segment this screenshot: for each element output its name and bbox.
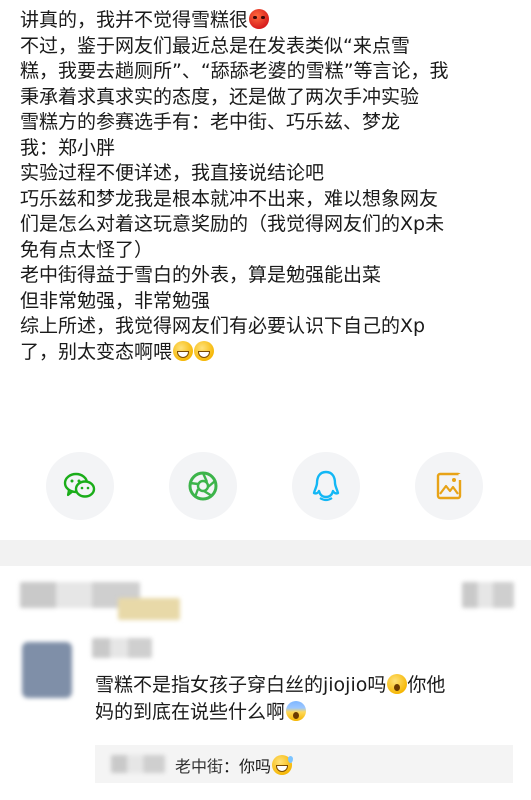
wechat-icon (63, 472, 96, 498)
astonished-face-emoji-icon (387, 674, 408, 694)
post-text: 讲真的，我并不觉得雪糕很 (20, 9, 249, 31)
reply-separator: ： (223, 757, 240, 776)
post-line-10: 免有点太怪了） (20, 238, 154, 261)
commenter-name-redacted (92, 638, 152, 658)
reply-box[interactable]: 老中街：你吗 (95, 745, 513, 783)
post-line-1: 讲真的，我并不觉得雪糕很 (20, 8, 520, 34)
hot-face-emoji-icon (249, 9, 270, 29)
comment-text: 你他 (407, 674, 446, 696)
post-line-9: 们是怎么对着这玩意奖励的（我觉得网友们的Xp未 (20, 213, 445, 235)
post-line-12: 但非常勉强，非常勉强 (20, 289, 211, 312)
post-line-7: 实验过程不便详述，我直接说结论吧 (20, 162, 325, 184)
comment-text: 妈的到底在说些什么啊 (95, 701, 286, 723)
share-wechat-button[interactable] (46, 452, 114, 520)
moments-aperture-icon (188, 471, 218, 501)
grinning-sweat-emoji-icon (272, 755, 294, 775)
post-line-2: 不过，鉴于网友们最近总是在发表类似“来点雪 (20, 34, 410, 57)
screenshot-root: 讲真的，我并不觉得雪糕很 不过，鉴于网友们最近总是在发表类似“来点雪 糕，我要去… (0, 0, 531, 800)
reply-content: 老中街：你吗 (175, 753, 294, 777)
comment-line-1: 雪糕不是指女孩子穿白丝的jiojio吗 你他 (95, 672, 515, 699)
save-image-icon (436, 472, 462, 500)
post-text: 了，别太变态啊喂 (20, 340, 173, 363)
post-line-4: 秉承着求真求实的态度，还是做了两次手冲实验 (20, 85, 420, 108)
avatar[interactable] (22, 642, 72, 698)
post-body: 讲真的，我并不觉得雪糕很 不过，鉴于网友们最近总是在发表类似“来点雪 糕，我要去… (20, 8, 520, 365)
qq-penguin-icon (312, 470, 340, 502)
section-divider (0, 540, 531, 566)
comment-body: 雪糕不是指女孩子穿白丝的jiojio吗 你他 妈的到底在说些什么啊 (95, 672, 515, 726)
scream-face-emoji-icon (286, 701, 307, 721)
post-line-14: 了，别太变态啊喂 (20, 340, 520, 366)
share-qq-button[interactable] (292, 452, 360, 520)
reply-author[interactable]: 老中街 (175, 757, 223, 776)
post-line-3: 糕，我要去趟厕所”、“舔舔老婆的雪糕”等言论，我 (20, 60, 449, 82)
post-line-8: 巧乐兹和梦龙我是根本就冲不出来，难以想象网友 (20, 187, 439, 210)
reply-text: 你吗 (239, 757, 272, 776)
share-row (0, 452, 531, 522)
post-line-5: 雪糕方的参赛选手有：老中街、巧乐兹、梦龙 (20, 111, 401, 133)
redacted-header-highlight (118, 598, 180, 620)
redacted-header-right (462, 582, 514, 608)
grimace-face-emoji-icon (173, 340, 194, 361)
post-line-13: 综上所述，我觉得网友们有必要认识下自己的Xp (20, 315, 426, 337)
comment-line-2: 妈的到底在说些什么啊 (95, 699, 515, 726)
share-moments-button[interactable] (169, 452, 237, 520)
reply-user-redacted (111, 755, 165, 773)
save-image-button[interactable] (415, 452, 483, 520)
post-line-6: 我：郑小胖 (20, 136, 116, 159)
comment-text: 雪糕不是指女孩子穿白丝的jiojio吗 (95, 674, 387, 696)
post-line-11: 老中街得益于雪白的外表，算是勉强能出菜 (20, 264, 382, 286)
grimace-face-emoji-icon (194, 340, 215, 361)
